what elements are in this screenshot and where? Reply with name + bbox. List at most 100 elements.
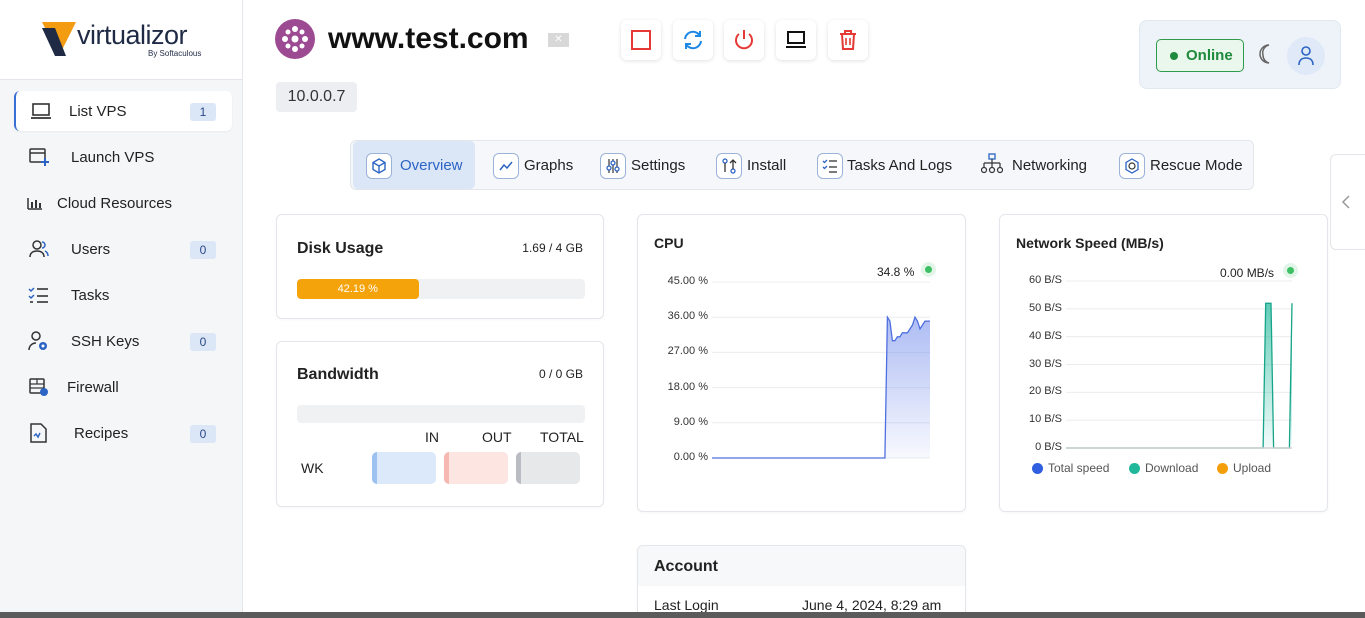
window-bottom-edge [0,612,1365,618]
count-badge: 0 [190,333,216,351]
bandwidth-out-bar [444,452,508,484]
cpu-chart-card: CPU 34.8 % 45.00 % 36.00 % 27.00 % 18.00 % 9… [637,214,966,512]
disk-progress-bar: 42.19 % [297,279,585,299]
legend-upload[interactable]: Upload [1217,461,1271,475]
rescue-icon [1119,153,1145,179]
card-title: Disk Usage [297,240,384,257]
cpu-chart [712,281,930,459]
bar-chart-icon [27,198,42,210]
sidebar-item-list-vps[interactable]: List VPS 1 [14,91,232,131]
bandwidth-in-header: IN [425,429,439,445]
status-label: Online [1186,47,1233,64]
bandwidth-in-bar [372,452,436,484]
power-button[interactable] [724,20,764,60]
country-flag-icon: ✕ [548,33,569,47]
sidebar-item-label: List VPS [69,102,127,120]
legend-dot-icon [1032,463,1043,474]
tab-tasks-and-logs[interactable]: Tasks And Logs [804,141,964,189]
brand-tagline: By Softaculous [148,49,202,58]
bandwidth-card: Bandwidth 0 / 0 GB IN OUT TOTAL WK [276,341,604,507]
cube-icon [366,153,392,179]
vps-tabs: Overview Graphs Settings Install Tasks A… [350,140,1254,190]
legend-total-speed[interactable]: Total speed [1032,461,1109,475]
restart-button[interactable] [673,20,713,60]
tab-label: Overview [400,157,463,174]
tab-graphs[interactable]: Graphs [479,141,579,189]
dark-mode-toggle-icon[interactable] [1255,43,1277,65]
tasks-icon [817,153,843,179]
sidebar-item-label: Cloud Resources [57,194,173,212]
status-panel: Online [1139,20,1341,89]
delete-icon [840,30,856,50]
sidebar-item-ssh-keys[interactable]: SSH Keys 0 [14,321,232,361]
site-avatar-icon [275,19,315,59]
tab-rescue-mode[interactable]: Rescue Mode [1107,141,1253,189]
count-badge: 0 [190,425,216,443]
disk-usage-card: Disk Usage 1.69 / 4 GB 42.19 % [276,214,604,319]
launch-icon [29,148,49,166]
firewall-icon [29,378,48,396]
sidebar-item-recipes[interactable]: Recipes 0 [14,413,232,453]
bandwidth-value: 0 / 0 GB [538,367,583,381]
tab-overview[interactable]: Overview [353,141,475,189]
tab-label: Rescue Mode [1150,157,1243,174]
logo[interactable]: virtualizor By Softaculous [0,0,242,80]
restart-icon [684,30,702,50]
recipe-icon [30,423,47,443]
series-area [1066,303,1292,448]
sidebar-item-label: Tasks [71,286,110,304]
collapse-panel-handle[interactable] [1330,154,1365,250]
page-title: www.test.com [328,22,529,55]
sidebar-nav: List VPS 1 Launch VPS Cloud Resources Us… [14,91,232,459]
sidebar-item-cloud-resources[interactable]: Cloud Resources [14,183,232,223]
console-icon [786,31,806,48]
stop-button[interactable] [621,20,661,60]
bandwidth-progress-bar [297,405,585,423]
legend-label: Upload [1233,461,1272,475]
bandwidth-total-bar [516,452,580,484]
user-icon [1298,46,1314,66]
series-line [1066,302,1293,449]
sidebar-item-label: Recipes [74,424,129,442]
tab-networking[interactable]: Networking [971,141,1103,189]
sidebar-item-users[interactable]: Users 0 [14,229,232,269]
status-dot-icon [1170,52,1178,60]
last-login-label: Last Login [654,597,719,613]
tab-install[interactable]: Install [703,141,799,189]
sidebar-item-firewall[interactable]: Firewall [14,367,232,407]
bandwidth-row-label: WK [301,460,324,476]
card-title: Bandwidth [297,366,379,383]
laptop-icon [31,103,51,119]
status-badge: Online [1156,39,1244,72]
sidebar: virtualizor By Softaculous List VPS 1 La… [0,0,243,612]
sidebar-item-label: Launch VPS [71,148,155,166]
tab-label: Install [747,157,787,174]
legend-dot-icon [1217,463,1228,474]
sidebar-item-label: SSH Keys [71,332,140,350]
legend-download[interactable]: Download [1129,461,1198,475]
checklist-icon [28,287,48,303]
sliders-icon [600,153,626,179]
chevron-left-icon [1341,195,1350,209]
virtualizor-logo-icon [42,22,76,56]
account-card: Account Last Login June 4, 2024, 8:29 am [637,545,966,618]
power-icon [735,30,753,50]
delete-button[interactable] [828,20,868,60]
console-button[interactable] [776,20,816,60]
ip-address: 10.0.0.7 [276,82,357,112]
user-menu-button[interactable] [1287,37,1325,75]
legend-dot-icon [1129,463,1140,474]
tab-label: Tasks And Logs [847,157,953,174]
card-title: Account [654,558,718,575]
sidebar-item-launch-vps[interactable]: Launch VPS [14,137,232,177]
disk-usage-value: 1.69 / 4 GB [522,241,583,255]
install-icon [716,153,742,179]
tab-settings[interactable]: Settings [587,141,697,189]
bandwidth-out-header: OUT [482,429,512,445]
legend-label: Download [1145,461,1199,475]
brand-name: virtualizor [77,20,188,50]
sidebar-item-tasks[interactable]: Tasks [14,275,232,315]
tab-label: Graphs [524,157,574,174]
stop-icon [631,30,651,50]
users-icon [29,240,49,258]
